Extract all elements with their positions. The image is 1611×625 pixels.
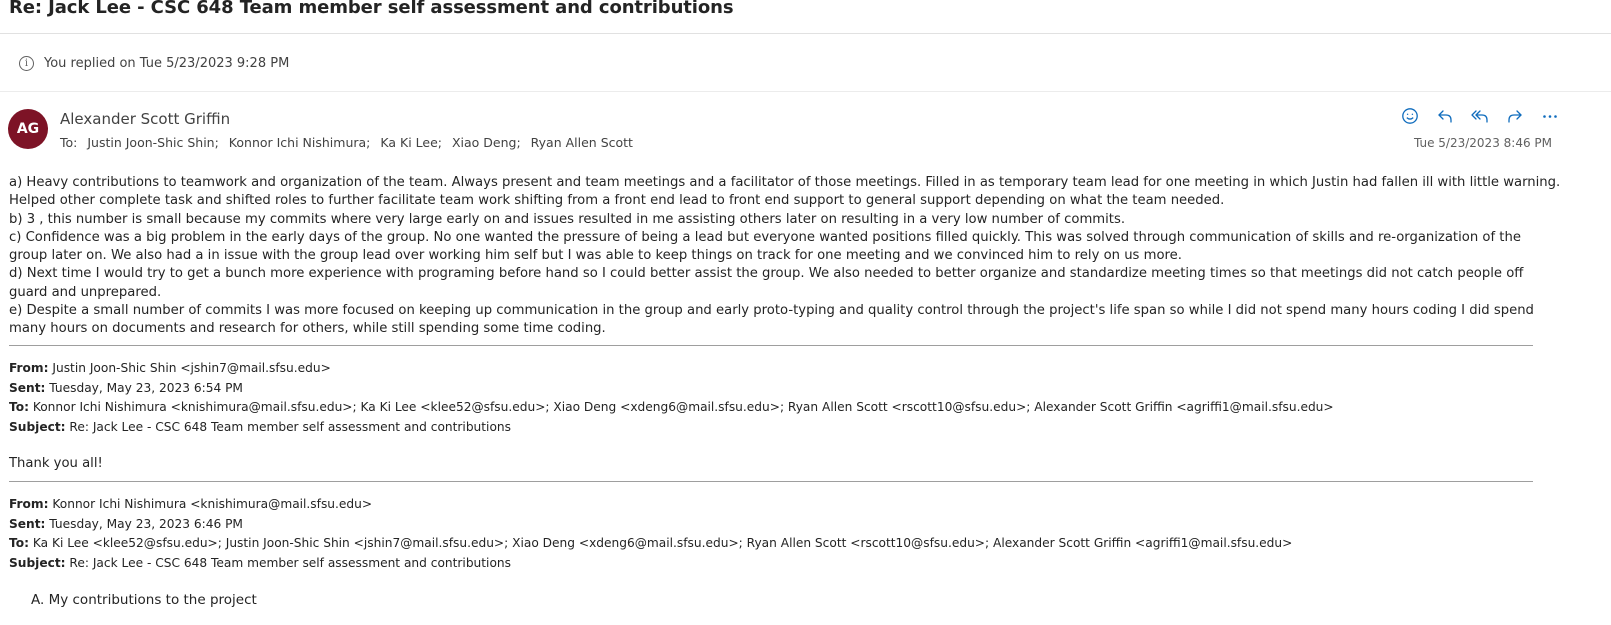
forward-button[interactable]	[1497, 106, 1532, 126]
subject-bar: Re: Jack Lee - CSC 648 Team member self …	[0, 0, 1611, 34]
smiley-icon	[1401, 108, 1418, 124]
body-paragraph: a) Heavy contributions to teamwork and o…	[9, 175, 1561, 209]
sender-name[interactable]: Alexander Scott Griffin	[60, 110, 230, 128]
message-body: a) Heavy contributions to teamwork and o…	[9, 174, 1561, 339]
info-icon: i	[19, 56, 34, 71]
body-paragraph: e) Despite a small number of commits I w…	[9, 303, 1534, 337]
recipient[interactable]: Justin Joon-Shic Shin;	[87, 135, 218, 150]
quoted-header: From: Justin Joon-Shic Shin <jshin7@mail…	[9, 359, 1561, 437]
quote-divider	[9, 481, 1533, 482]
more-icon	[1542, 115, 1557, 118]
reply-info-text: You replied on Tue 5/23/2023 9:28 PM	[44, 56, 290, 71]
body-paragraph: c) Confidence was a big problem in the e…	[9, 229, 1521, 264]
email-subject: Re: Jack Lee - CSC 648 Team member self …	[9, 0, 734, 18]
reply-all-button[interactable]	[1462, 106, 1497, 126]
avatar[interactable]: AG	[8, 109, 48, 149]
reply-all-icon	[1470, 110, 1488, 123]
reply-icon	[1437, 110, 1452, 123]
message-date: Tue 5/23/2023 8:46 PM	[1413, 136, 1552, 150]
body-paragraph: b) 3 , this number is small because my c…	[9, 211, 1126, 227]
quoted-to: To: Ka Ki Lee <klee52@sfsu.edu>; Justin …	[9, 536, 1293, 551]
quoted-subject: Subject: Re: Jack Lee - CSC 648 Team mem…	[9, 419, 511, 434]
quoted-from: From: Justin Joon-Shic Shin <jshin7@mail…	[9, 361, 331, 375]
quoted-header: From: Konnor Ichi Nishimura <knishimura@…	[9, 495, 1561, 573]
recipient[interactable]: Konnor Ichi Nishimura;	[229, 135, 371, 150]
to-label: To:	[60, 135, 78, 150]
reply-info-bar: i You replied on Tue 5/23/2023 9:28 PM	[0, 39, 1611, 92]
recipients-line: To: Justin Joon-Shic Shin; Konnor Ichi N…	[60, 135, 639, 150]
reply-button[interactable]	[1427, 106, 1462, 126]
quoted-to: To: Konnor Ichi Nishimura <knishimura@ma…	[9, 400, 1334, 415]
quote-divider	[9, 345, 1533, 346]
quoted-list-item: A. My contributions to the project	[31, 592, 257, 608]
quoted-from: From: Konnor Ichi Nishimura <knishimura@…	[9, 497, 373, 511]
forward-icon	[1507, 110, 1522, 123]
react-button[interactable]	[1392, 106, 1427, 126]
quoted-body: Thank you all!	[9, 456, 103, 471]
recipient[interactable]: Xiao Deng;	[452, 135, 521, 150]
recipient[interactable]: Ka Ki Lee;	[380, 135, 442, 150]
quoted-sent: Sent: Tuesday, May 23, 2023 6:54 PM	[9, 380, 243, 395]
more-button[interactable]	[1532, 106, 1567, 126]
body-paragraph: d) Next time I would try to get a bunch …	[9, 266, 1524, 300]
recipient[interactable]: Ryan Allen Scott	[531, 135, 633, 150]
quoted-subject: Subject: Re: Jack Lee - CSC 648 Team mem…	[9, 555, 511, 570]
message-actions	[1392, 106, 1567, 126]
quoted-sent: Sent: Tuesday, May 23, 2023 6:46 PM	[9, 516, 243, 531]
